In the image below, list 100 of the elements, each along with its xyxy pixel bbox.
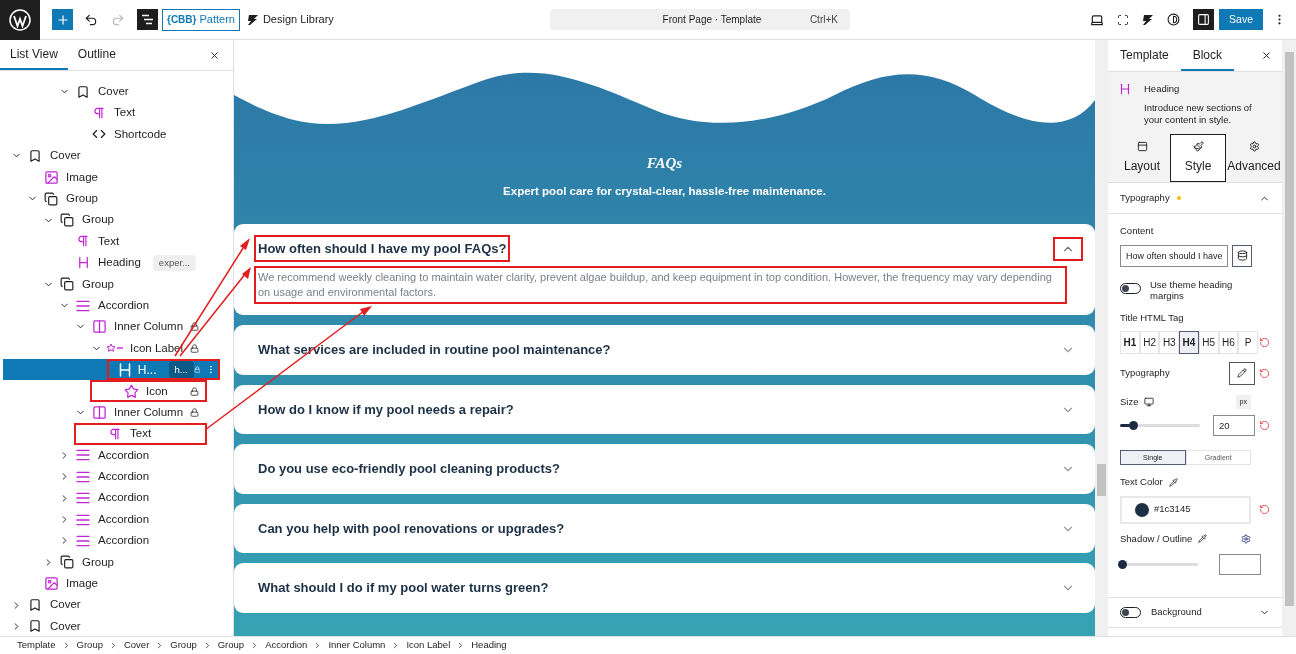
tree-item[interactable]: Cover (0, 81, 233, 103)
panel-tab[interactable]: Outline (67, 40, 126, 70)
slider-track[interactable] (1118, 559, 1198, 569)
tag-button[interactable]: H3 (1159, 330, 1180, 354)
tree-item[interactable]: Image (0, 166, 233, 188)
eyedropper-icon[interactable] (1198, 534, 1208, 544)
eyedropper-icon[interactable] (1168, 477, 1178, 487)
faq-question[interactable]: Do you use eco-friendly pool cleaning products? (254, 455, 564, 483)
tag-button[interactable]: H5 (1198, 330, 1219, 354)
contrast-icon[interactable] (1167, 13, 1181, 26)
fullscreen-icon[interactable] (1117, 13, 1130, 26)
reset-icon[interactable] (1259, 367, 1270, 379)
tree-item[interactable]: Inner Column (0, 401, 233, 424)
style-tab[interactable]: Advanced (1226, 134, 1282, 183)
slider-track[interactable] (1120, 421, 1200, 431)
tag-button[interactable]: H6 (1218, 330, 1239, 354)
close-icon[interactable] (209, 49, 220, 61)
tree-item[interactable]: Accordion (0, 487, 233, 509)
tree-item[interactable]: Text (0, 102, 233, 124)
scrollbar[interactable] (1095, 40, 1108, 636)
tree-item[interactable]: Accordion (0, 444, 233, 467)
content-field[interactable]: How often should I have (1120, 244, 1228, 267)
tag-button[interactable]: H2 (1139, 330, 1160, 354)
tree-item[interactable]: Group (0, 187, 233, 210)
slider-thumb[interactable] (1118, 559, 1127, 569)
dynamic-data-button[interactable] (1232, 244, 1252, 267)
faq-question[interactable]: Can you help with pool renovations or upgrades? (254, 514, 569, 543)
section-title: Typography (1120, 191, 1170, 206)
pattern-button[interactable]: {CBB} Pattern (162, 8, 240, 31)
reset-icon[interactable] (1259, 420, 1270, 432)
tree-item-label: Shortcode (114, 126, 167, 142)
tree-item[interactable]: Cover (0, 145, 233, 167)
faq-question[interactable]: What should I do if my pool water turns green? (254, 574, 553, 602)
tree-item[interactable]: Accordion (0, 530, 233, 552)
monitor-icon[interactable] (1144, 397, 1155, 407)
tree-item[interactable]: Cover (0, 594, 233, 616)
background-toggle[interactable] (1120, 606, 1141, 618)
section-subtitle: Expert pool care for crystal-clear, hassle-free maintenance. (502, 183, 827, 199)
background-header[interactable]: Background (1108, 596, 1282, 628)
style-tab[interactable]: Style (1170, 134, 1226, 183)
size-field[interactable]: 20 (1213, 415, 1255, 437)
breadcrumb-link[interactable]: Group (170, 638, 197, 653)
tree-item[interactable]: Accordion (0, 294, 233, 317)
breadcrumb-link[interactable]: Accordion (265, 638, 308, 653)
close-icon[interactable] (1261, 50, 1272, 61)
tree-item[interactable]: Group (0, 273, 233, 295)
list-view-button[interactable] (137, 9, 158, 30)
desktop-preview-icon[interactable] (1090, 12, 1105, 27)
tree-item[interactable]: Cover (0, 615, 233, 636)
breadcrumb-link[interactable]: Icon Label (406, 638, 451, 653)
tree-item[interactable]: Accordion (0, 466, 233, 488)
breadcrumb-link[interactable]: Heading (471, 638, 507, 653)
add-block-button[interactable] (52, 9, 73, 30)
tree-item[interactable]: Image (0, 573, 233, 595)
plus-icon (55, 12, 70, 27)
group-icon (60, 213, 74, 228)
faq-question[interactable]: How do I know if my pool needs a repair? (254, 395, 518, 424)
tree-item[interactable]: Text (0, 230, 233, 253)
panel-tab[interactable]: Template (1108, 40, 1181, 71)
save-button[interactable]: Save (1219, 9, 1263, 30)
tree-item[interactable]: Accordion (0, 508, 233, 531)
tree-item[interactable]: Group (0, 551, 233, 573)
slider-thumb[interactable] (1128, 421, 1138, 431)
faq-question[interactable]: How often should I have my pool FAQs? (254, 234, 511, 263)
design-library-button[interactable]: Design Library (262, 11, 334, 28)
toggle-label: Use theme heading margins (1150, 278, 1234, 301)
color-field[interactable]: #1c3145 (1120, 495, 1251, 524)
command-bar[interactable]: Front Page · Template Ctrl+K (549, 9, 850, 30)
shadow-field[interactable] (1219, 553, 1261, 575)
tree-item[interactable]: Text (0, 423, 233, 445)
breadcrumb-link[interactable]: Group (217, 638, 245, 653)
tree-item[interactable]: Icon (0, 380, 233, 402)
reset-icon[interactable] (1259, 504, 1270, 515)
tree-item-label: Cover (50, 618, 81, 634)
breadcrumb-link[interactable]: Inner Column (328, 638, 386, 653)
settings-icon[interactable] (1241, 533, 1251, 544)
breadcrumb-link[interactable]: Template (17, 638, 56, 653)
style-tab[interactable]: Layout (1114, 134, 1170, 183)
tree-item[interactable]: Heading exper... (0, 252, 233, 274)
margins-toggle[interactable] (1120, 282, 1141, 294)
toggle-button[interactable] (1053, 236, 1083, 261)
breadcrumb-link[interactable]: Cover (123, 638, 150, 653)
field-label: Shadow / Outline (1120, 531, 1193, 546)
scrollbar[interactable] (1282, 40, 1296, 636)
cover-icon (76, 84, 90, 99)
edit-typography-button[interactable] (1229, 361, 1255, 385)
tree-item[interactable]: Group (0, 209, 233, 231)
sidebar-toggle-button[interactable] (1193, 9, 1215, 30)
tag-button[interactable]: P (1238, 330, 1259, 354)
tree-item[interactable]: H... h... (3, 359, 220, 381)
paragraph-icon (76, 234, 90, 249)
tree-item[interactable]: Shortcode (0, 123, 233, 146)
reset-icon[interactable] (1259, 336, 1271, 348)
wordpress-logo[interactable] (0, 0, 40, 40)
undo-icon[interactable] (84, 12, 98, 27)
tree-item[interactable]: Inner Column (0, 316, 233, 338)
panel-tab[interactable]: List View (0, 40, 68, 70)
tag-button[interactable]: H1 (1120, 330, 1140, 354)
tag-button[interactable]: H4 (1179, 330, 1199, 354)
breadcrumb-link[interactable]: Group (76, 638, 103, 653)
